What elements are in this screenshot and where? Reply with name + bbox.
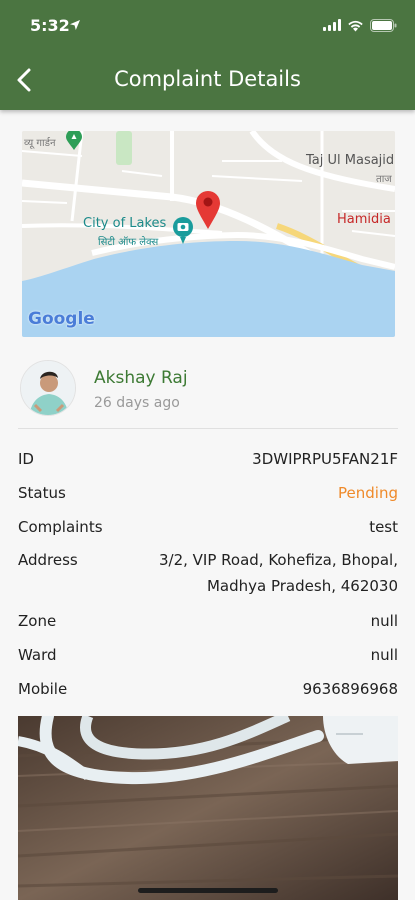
status-indicators (323, 17, 397, 33)
address-line-1: 3/2, VIP Road, Kohefiza, Bhopal, (158, 551, 398, 569)
complaints-label: Complaints (18, 518, 103, 536)
map-label-area: Hamidia (337, 212, 391, 227)
park-area (116, 131, 132, 165)
status-label: Status (18, 484, 66, 502)
cellular-signal-icon (323, 19, 341, 31)
location-map[interactable]: व्यू गार्डन Taj Ul Masajid ताज City of L… (22, 131, 395, 337)
page-title: Complaint Details (114, 67, 301, 91)
avatar (20, 360, 76, 416)
person-avatar-icon (21, 361, 75, 415)
battery-icon (370, 18, 397, 32)
location-arrow-icon (70, 20, 80, 30)
divider (18, 428, 398, 429)
mobile-value[interactable]: 9636896968 (303, 680, 398, 698)
ward-label: Ward (18, 646, 57, 664)
address-line-2: Madhya Pradesh, 462030 (206, 577, 398, 595)
zone-label: Zone (18, 612, 57, 630)
address-label: Address (18, 551, 78, 569)
google-logo: Google (28, 309, 95, 329)
timestamp: 26 days ago (94, 395, 180, 411)
app-header: 5:32 Complaint Details (0, 0, 415, 110)
map-label-city-hindi: सिटी ऑफ लेक्स (98, 237, 159, 248)
wifi-icon (348, 20, 363, 31)
map-label-mosque-hindi: ताज (376, 174, 392, 185)
mobile-label: Mobile (18, 680, 68, 698)
photo-image (18, 716, 398, 900)
home-indicator (138, 888, 278, 893)
zone-value: null (370, 612, 398, 630)
id-label: ID (18, 450, 34, 468)
id-value: 3DWIPRPU5FAN21F (252, 450, 398, 468)
complaint-photo[interactable] (18, 716, 398, 900)
user-name: Akshay Raj (94, 368, 188, 388)
map-label-garden: व्यू गार्डन (24, 138, 56, 149)
ward-value: null (370, 646, 398, 664)
map-label-city: City of Lakes (83, 216, 167, 231)
complainant-info: Akshay Raj 26 days ago (18, 360, 398, 422)
map-label-mosque: Taj Ul Masajid (306, 153, 395, 168)
status-badge: Pending (338, 484, 398, 502)
status-time: 5:32 (30, 16, 70, 35)
complaints-value: test (369, 518, 398, 536)
